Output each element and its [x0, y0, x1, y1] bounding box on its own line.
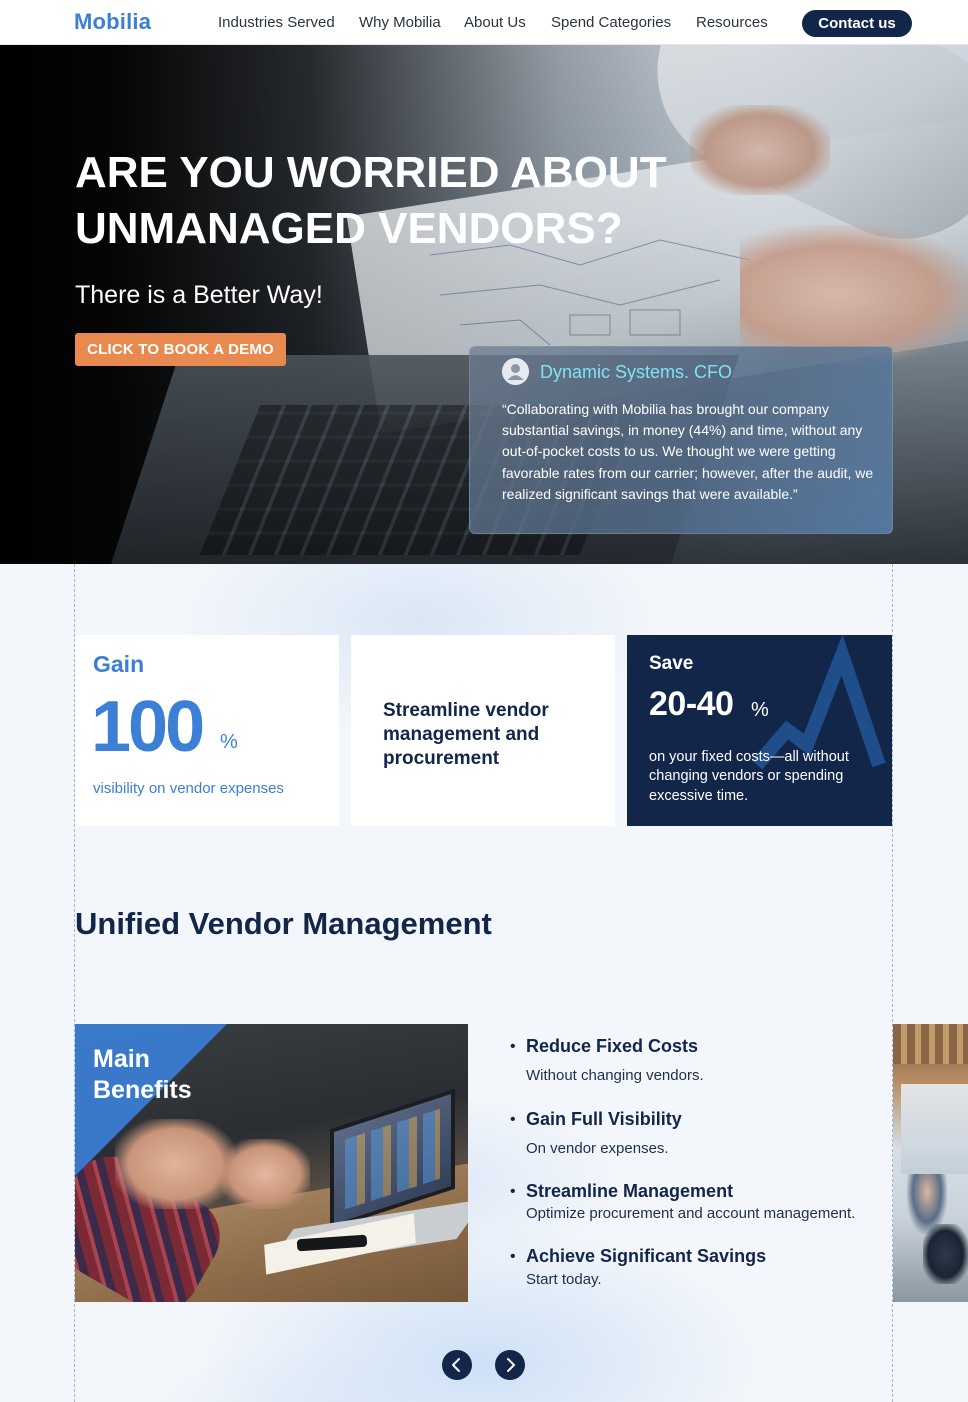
- benefit-title: Streamline Management: [526, 1181, 734, 1201]
- testimonial-author: Dynamic Systems. CFO: [540, 362, 733, 382]
- save-label: Save: [649, 653, 694, 674]
- bullet-icon: •: [510, 1038, 516, 1055]
- section-title: Unified Vendor Management: [75, 906, 492, 941]
- gain-label: Gain: [93, 651, 145, 677]
- hero-subtitle: There is a Better Way!: [75, 281, 323, 309]
- carousel-next-button[interactable]: [495, 1350, 525, 1380]
- save-description: on your fixed costs—all without changing…: [649, 749, 849, 804]
- avatar-icon: [502, 358, 529, 385]
- benefit-description: Start today.: [526, 1271, 602, 1288]
- hero-title: ARE YOU WORRIED ABOUT UNMANAGED VENDORS?: [75, 148, 667, 253]
- book-demo-button[interactable]: CLICK TO BOOK A DEMO: [75, 333, 286, 366]
- carousel-prev-button[interactable]: [442, 1350, 472, 1380]
- gain-value: 100: [91, 687, 205, 767]
- gain-unit: %: [220, 731, 238, 753]
- nav-link-spend-categories[interactable]: Spend Categories: [551, 14, 671, 31]
- mobilia-logo[interactable]: Mobilia: [74, 9, 151, 35]
- stat-card-gain: Gain 100 % visibility on vendor expenses: [75, 635, 339, 826]
- hero-section: ARE YOU WORRIED ABOUT UNMANAGED VENDORS?…: [0, 45, 968, 564]
- gain-description: visibility on vendor expenses: [93, 780, 284, 797]
- nav-link-why-mobilia[interactable]: Why Mobilia: [359, 14, 441, 31]
- bullet-icon: •: [510, 1183, 516, 1200]
- benefit-title: Achieve Significant Savings: [526, 1246, 767, 1266]
- nav-link-industries-served[interactable]: Industries Served: [218, 14, 335, 31]
- main-benefits-label: Main Benefits: [93, 1045, 192, 1104]
- stat-card-save: Save 20-40 % on your fixed costs—all wit…: [627, 635, 892, 826]
- streamline-text: Streamline vendor management and procure…: [383, 700, 549, 769]
- bullet-icon: •: [510, 1248, 516, 1265]
- save-unit: %: [751, 699, 769, 721]
- benefit-description: Without changing vendors.: [526, 1067, 704, 1084]
- contact-us-button[interactable]: Contact us: [802, 10, 912, 37]
- main-benefits-image: Main Benefits: [75, 1024, 468, 1302]
- benefit-description: On vendor expenses.: [526, 1140, 669, 1157]
- chevron-left-icon: [452, 1358, 460, 1372]
- next-slide-image[interactable]: [893, 1024, 968, 1302]
- bullet-icon: •: [510, 1111, 516, 1128]
- benefit-description: Optimize procurement and account managem…: [526, 1205, 856, 1222]
- stat-card-streamline: Streamline vendor management and procure…: [351, 635, 615, 826]
- benefit-title: Gain Full Visibility: [526, 1109, 682, 1129]
- chevron-right-icon: [507, 1358, 515, 1372]
- nav-link-resources[interactable]: Resources: [696, 14, 768, 31]
- save-value: 20-40: [649, 685, 734, 723]
- nav-link-about-us[interactable]: About Us: [464, 14, 526, 31]
- top-navigation: Mobilia Industries Served Why Mobilia Ab…: [0, 0, 968, 45]
- testimonial-quote: “Collaborating with Mobilia has brought …: [502, 401, 874, 502]
- testimonial-card: Dynamic Systems. CFO “Collaborating with…: [469, 346, 893, 534]
- benefit-title: Reduce Fixed Costs: [526, 1036, 699, 1056]
